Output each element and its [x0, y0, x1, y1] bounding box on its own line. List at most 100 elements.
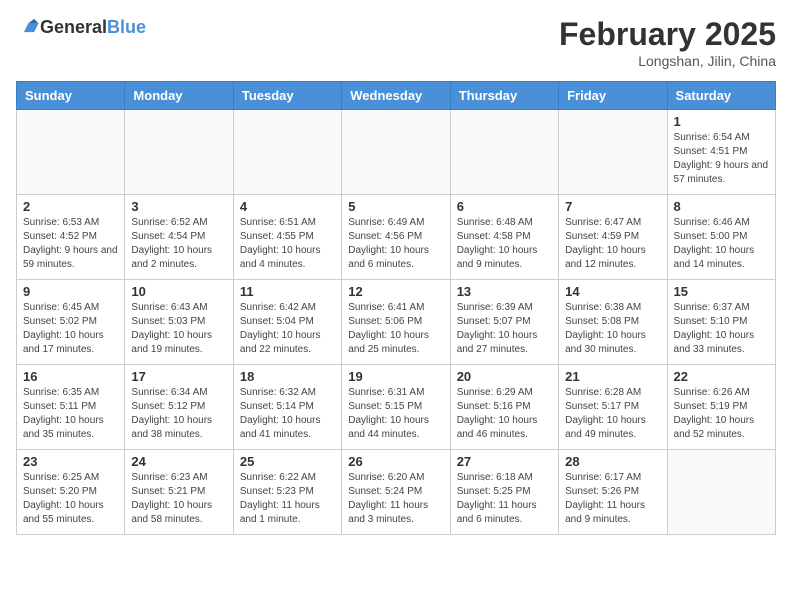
- day-cell: 16 Sunrise: 6:35 AM Sunset: 5:11 PM Dayli…: [17, 365, 125, 450]
- day-cell: 18Sunrise: 6:32 AM Sunset: 5:14 PM Dayli…: [233, 365, 341, 450]
- day-info: Sunrise: 6:32 AM Sunset: 5:14 PM Dayligh…: [240, 386, 335, 442]
- day-number: 15: [674, 284, 769, 299]
- day-cell: 3 Sunrise: 6:52 AM Sunset: 4:54 PM Daylig…: [125, 195, 233, 280]
- day-info: Sunrise: 6:28 AM Sunset: 5:17 PM Dayligh…: [565, 386, 660, 442]
- weekday-header-tuesday: Tuesday: [233, 82, 341, 110]
- week-row-3: 9 Sunrise: 6:45 AM Sunset: 5:02 PM Daylig…: [17, 280, 776, 365]
- weekday-header-sunday: Sunday: [17, 82, 125, 110]
- location-subtitle: Longshan, Jilin, China: [559, 53, 776, 69]
- weekday-header-thursday: Thursday: [450, 82, 558, 110]
- logo-icon: [18, 16, 40, 38]
- day-cell: 14 Sunrise: 6:38 AM Sunset: 5:08 PM Dayli…: [559, 280, 667, 365]
- day-cell: 2 Sunrise: 6:53 AM Sunset: 4:52 PM Daylig…: [17, 195, 125, 280]
- day-number: 9: [23, 284, 118, 299]
- day-cell: [342, 110, 450, 195]
- week-row-5: 23Sunrise: 6:25 AM Sunset: 5:20 PM Dayli…: [17, 450, 776, 535]
- logo-general: General: [40, 17, 107, 37]
- day-number: 26: [348, 454, 443, 469]
- day-number: 17: [131, 369, 226, 384]
- day-cell: 12 Sunrise: 6:41 AM Sunset: 5:06 PM Dayli…: [342, 280, 450, 365]
- page-header: GeneralBlue February 2025 Longshan, Jili…: [16, 16, 776, 69]
- day-number: 21: [565, 369, 660, 384]
- day-info: Sunrise: 6:42 AM Sunset: 5:04 PM Dayligh…: [240, 301, 335, 357]
- day-info: Sunrise: 6:49 AM Sunset: 4:56 PM Dayligh…: [348, 216, 443, 272]
- day-info: Sunrise: 6:38 AM Sunset: 5:08 PM Dayligh…: [565, 301, 660, 357]
- day-info: Sunrise: 6:53 AM Sunset: 4:52 PM Dayligh…: [23, 216, 118, 272]
- weekday-header-row: SundayMondayTuesdayWednesdayThursdayFrid…: [17, 82, 776, 110]
- day-info: Sunrise: 6:31 AM Sunset: 5:15 PM Dayligh…: [348, 386, 443, 442]
- week-row-4: 16 Sunrise: 6:35 AM Sunset: 5:11 PM Dayli…: [17, 365, 776, 450]
- day-number: 20: [457, 369, 552, 384]
- day-info: Sunrise: 6:43 AM Sunset: 5:03 PM Dayligh…: [131, 301, 226, 357]
- day-cell: 21 Sunrise: 6:28 AM Sunset: 5:17 PM Dayli…: [559, 365, 667, 450]
- day-number: 14: [565, 284, 660, 299]
- day-cell: 26 Sunrise: 6:20 AM Sunset: 5:24 PM Dayli…: [342, 450, 450, 535]
- day-cell: 25 Sunrise: 6:22 AM Sunset: 5:23 PM Dayli…: [233, 450, 341, 535]
- day-number: 25: [240, 454, 335, 469]
- day-cell: 28Sunrise: 6:17 AM Sunset: 5:26 PM Dayli…: [559, 450, 667, 535]
- day-cell: 10 Sunrise: 6:43 AM Sunset: 5:03 PM Dayli…: [125, 280, 233, 365]
- day-number: 2: [23, 199, 118, 214]
- logo: GeneralBlue: [16, 16, 146, 38]
- day-info: Sunrise: 6:22 AM Sunset: 5:23 PM Dayligh…: [240, 471, 335, 527]
- day-number: 5: [348, 199, 443, 214]
- day-number: 3: [131, 199, 226, 214]
- day-cell: [125, 110, 233, 195]
- day-info: Sunrise: 6:23 AM Sunset: 5:21 PM Dayligh…: [131, 471, 226, 527]
- week-row-1: 1Sunrise: 6:54 AM Sunset: 4:51 PM Daylig…: [17, 110, 776, 195]
- weekday-header-friday: Friday: [559, 82, 667, 110]
- day-cell: 6Sunrise: 6:48 AM Sunset: 4:58 PM Daylig…: [450, 195, 558, 280]
- day-cell: [450, 110, 558, 195]
- day-number: 6: [457, 199, 552, 214]
- day-cell: 11 Sunrise: 6:42 AM Sunset: 5:04 PM Dayli…: [233, 280, 341, 365]
- day-number: 23: [23, 454, 118, 469]
- day-number: 11: [240, 284, 335, 299]
- day-cell: 17 Sunrise: 6:34 AM Sunset: 5:12 PM Dayli…: [125, 365, 233, 450]
- day-cell: 7 Sunrise: 6:47 AM Sunset: 4:59 PM Daylig…: [559, 195, 667, 280]
- day-cell: [667, 450, 775, 535]
- day-cell: [559, 110, 667, 195]
- day-cell: 20 Sunrise: 6:29 AM Sunset: 5:16 PM Dayli…: [450, 365, 558, 450]
- day-info: Sunrise: 6:47 AM Sunset: 4:59 PM Dayligh…: [565, 216, 660, 272]
- day-info: Sunrise: 6:20 AM Sunset: 5:24 PM Dayligh…: [348, 471, 443, 527]
- day-info: Sunrise: 6:34 AM Sunset: 5:12 PM Dayligh…: [131, 386, 226, 442]
- day-number: 10: [131, 284, 226, 299]
- weekday-header-saturday: Saturday: [667, 82, 775, 110]
- logo-blue: Blue: [107, 17, 146, 37]
- day-cell: [17, 110, 125, 195]
- day-cell: 24Sunrise: 6:23 AM Sunset: 5:21 PM Dayli…: [125, 450, 233, 535]
- day-cell: 4Sunrise: 6:51 AM Sunset: 4:55 PM Daylig…: [233, 195, 341, 280]
- day-number: 27: [457, 454, 552, 469]
- day-cell: 19 Sunrise: 6:31 AM Sunset: 5:15 PM Dayli…: [342, 365, 450, 450]
- day-cell: 22 Sunrise: 6:26 AM Sunset: 5:19 PM Dayli…: [667, 365, 775, 450]
- week-row-2: 2 Sunrise: 6:53 AM Sunset: 4:52 PM Daylig…: [17, 195, 776, 280]
- day-cell: 27 Sunrise: 6:18 AM Sunset: 5:25 PM Dayli…: [450, 450, 558, 535]
- day-info: Sunrise: 6:52 AM Sunset: 4:54 PM Dayligh…: [131, 216, 226, 272]
- day-info: Sunrise: 6:45 AM Sunset: 5:02 PM Dayligh…: [23, 301, 118, 357]
- month-year-title: February 2025: [559, 16, 776, 53]
- day-info: Sunrise: 6:29 AM Sunset: 5:16 PM Dayligh…: [457, 386, 552, 442]
- day-number: 28: [565, 454, 660, 469]
- day-number: 7: [565, 199, 660, 214]
- day-number: 1: [674, 114, 769, 129]
- day-number: 8: [674, 199, 769, 214]
- day-number: 22: [674, 369, 769, 384]
- weekday-header-wednesday: Wednesday: [342, 82, 450, 110]
- day-cell: 9 Sunrise: 6:45 AM Sunset: 5:02 PM Daylig…: [17, 280, 125, 365]
- day-cell: 15 Sunrise: 6:37 AM Sunset: 5:10 PM Dayli…: [667, 280, 775, 365]
- day-cell: 8Sunrise: 6:46 AM Sunset: 5:00 PM Daylig…: [667, 195, 775, 280]
- day-number: 12: [348, 284, 443, 299]
- day-number: 16: [23, 369, 118, 384]
- day-info: Sunrise: 6:26 AM Sunset: 5:19 PM Dayligh…: [674, 386, 769, 442]
- calendar-table: SundayMondayTuesdayWednesdayThursdayFrid…: [16, 81, 776, 535]
- day-info: Sunrise: 6:41 AM Sunset: 5:06 PM Dayligh…: [348, 301, 443, 357]
- day-info: Sunrise: 6:18 AM Sunset: 5:25 PM Dayligh…: [457, 471, 552, 527]
- day-info: Sunrise: 6:37 AM Sunset: 5:10 PM Dayligh…: [674, 301, 769, 357]
- day-cell: [233, 110, 341, 195]
- day-info: Sunrise: 6:39 AM Sunset: 5:07 PM Dayligh…: [457, 301, 552, 357]
- weekday-header-monday: Monday: [125, 82, 233, 110]
- day-info: Sunrise: 6:35 AM Sunset: 5:11 PM Dayligh…: [23, 386, 118, 442]
- day-number: 13: [457, 284, 552, 299]
- day-number: 19: [348, 369, 443, 384]
- day-cell: 1Sunrise: 6:54 AM Sunset: 4:51 PM Daylig…: [667, 110, 775, 195]
